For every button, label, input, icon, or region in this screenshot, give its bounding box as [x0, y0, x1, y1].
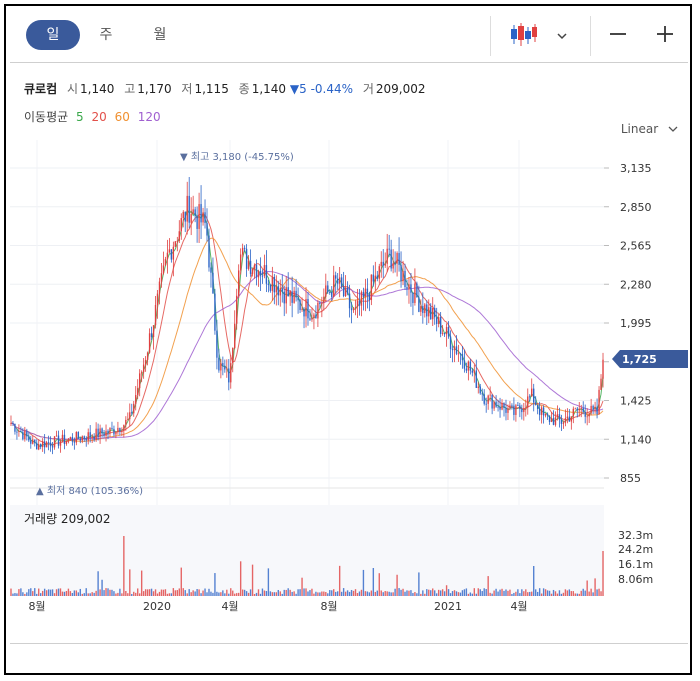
tab-weekly[interactable]: 주	[88, 20, 124, 50]
moving-average-label: 이동평균	[24, 110, 69, 124]
tab-monthly[interactable]: 월	[142, 20, 178, 50]
open-value: 1,140	[80, 82, 115, 96]
footer-divider	[10, 643, 688, 644]
top-bar: 일 주 월	[10, 8, 686, 58]
ma-20[interactable]: 20	[91, 110, 106, 124]
close-label: 종	[238, 82, 250, 96]
toolbar-separator-2	[590, 16, 591, 56]
low-value: 1,115	[194, 82, 229, 96]
chevron-down-icon[interactable]	[556, 26, 568, 45]
candlestick-icon[interactable]	[510, 22, 538, 52]
scale-selector[interactable]: Linear	[621, 122, 678, 136]
ma-5[interactable]: 5	[76, 110, 84, 124]
zoom-in-icon[interactable]	[655, 24, 675, 48]
low-label: 저	[181, 82, 193, 96]
tab-daily[interactable]: 일	[26, 20, 80, 50]
header-divider	[10, 62, 688, 63]
ma-60[interactable]: 60	[115, 110, 130, 124]
quote-summary: 큐로컴 시 1,140 고 1,170 저 1,115 종 1,140 ▼5 -0.44…	[24, 80, 426, 97]
volume-value: 209,002	[375, 82, 426, 96]
close-value: 1,140	[251, 82, 287, 96]
change-value: ▼5 -0.44%	[289, 82, 354, 96]
toolbar-separator	[490, 16, 491, 56]
high-value: 1,170	[137, 82, 172, 96]
chevron-down-icon	[668, 126, 678, 132]
scale-selector-label: Linear	[620, 122, 659, 136]
high-label: 고	[124, 82, 136, 96]
ma-120[interactable]: 120	[138, 110, 161, 124]
chart-window	[4, 4, 692, 675]
stock-name: 큐로컴	[24, 82, 58, 96]
open-label: 시	[66, 82, 78, 96]
volume-label: 거	[362, 82, 374, 96]
moving-average-legend: 이동평균 5 20 60 120	[24, 108, 165, 125]
zoom-out-icon[interactable]	[608, 24, 628, 48]
